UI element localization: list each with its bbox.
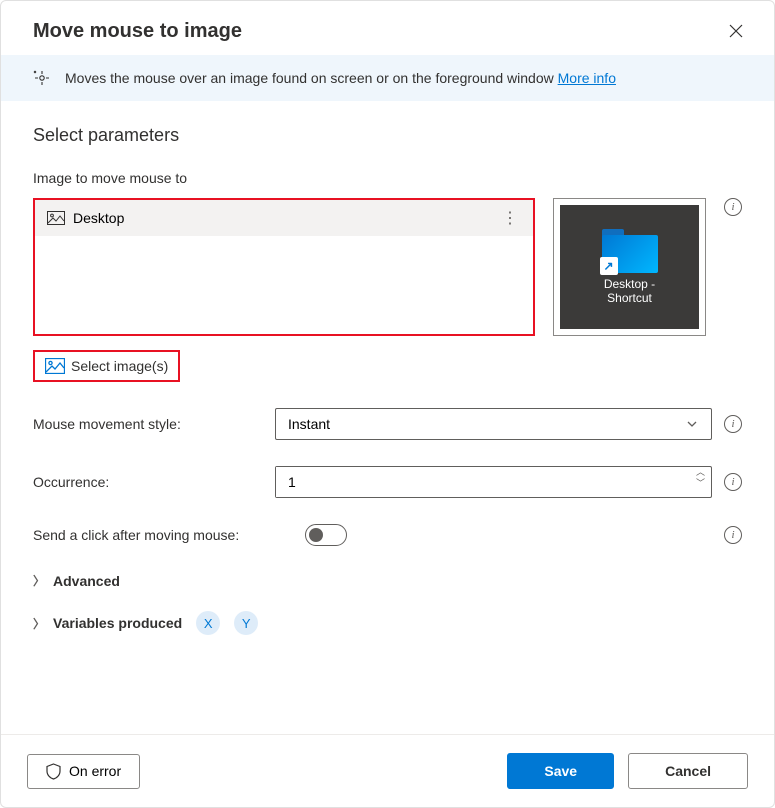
image-list-item[interactable]: Desktop ⋮ [35, 200, 533, 236]
folder-icon: ↗ [602, 229, 658, 273]
image-preview: ↗ Desktop - Shortcut [553, 198, 706, 336]
spinner-up-icon[interactable]: ︿ [690, 467, 711, 478]
dialog-footer: On error Save Cancel [1, 734, 774, 807]
save-button[interactable]: Save [507, 753, 614, 789]
variable-badge-x[interactable]: X [196, 611, 220, 635]
occurrence-spinner[interactable]: ︿ ﹀ [275, 466, 712, 498]
section-title: Select parameters [33, 125, 742, 146]
more-info-link[interactable]: More info [558, 70, 616, 86]
toggle-knob [309, 528, 323, 542]
info-icon[interactable]: i [724, 473, 742, 491]
advanced-expander[interactable]: 〉 Advanced [33, 572, 742, 589]
chevron-right-icon: 〉 [33, 572, 45, 589]
close-icon [728, 23, 744, 39]
chevron-right-icon: 〉 [33, 615, 45, 632]
dialog-title: Move mouse to image [33, 20, 242, 43]
send-click-label: Send a click after moving mouse: [33, 527, 293, 543]
movement-style-select[interactable]: Instant [275, 408, 712, 440]
occurrence-label: Occurrence: [33, 474, 263, 490]
picture-icon [47, 211, 65, 225]
spinner-down-icon[interactable]: ﹀ [690, 478, 711, 489]
picture-icon [45, 358, 65, 374]
cancel-button[interactable]: Cancel [628, 753, 748, 789]
mouse-target-icon [33, 69, 51, 87]
image-field-label: Image to move mouse to [33, 170, 742, 186]
occurrence-input[interactable] [276, 467, 690, 497]
on-error-button[interactable]: On error [27, 754, 140, 789]
close-button[interactable] [724, 19, 748, 43]
content-area: Select parameters Image to move mouse to… [1, 101, 774, 734]
variables-expander[interactable]: 〉 Variables produced X Y [33, 611, 742, 635]
chevron-down-icon [685, 417, 699, 431]
info-icon[interactable]: i [724, 415, 742, 433]
preview-caption: Desktop - [604, 277, 655, 291]
kebab-menu-icon[interactable]: ⋮ [498, 208, 521, 228]
shield-icon [46, 763, 61, 780]
banner-text: Moves the mouse over an image found on s… [65, 70, 742, 86]
info-banner: Moves the mouse over an image found on s… [1, 55, 774, 101]
movement-style-label: Mouse movement style: [33, 416, 263, 432]
shortcut-arrow-icon: ↗ [600, 257, 618, 275]
info-icon[interactable]: i [724, 198, 742, 216]
image-item-name: Desktop [73, 210, 490, 226]
variable-badge-y[interactable]: Y [234, 611, 258, 635]
image-list[interactable]: Desktop ⋮ [33, 198, 535, 336]
info-icon[interactable]: i [724, 526, 742, 544]
send-click-toggle[interactable] [305, 524, 347, 546]
select-images-button[interactable]: Select image(s) [33, 350, 180, 382]
dialog-header: Move mouse to image [1, 1, 774, 55]
preview-caption: Shortcut [607, 291, 652, 305]
